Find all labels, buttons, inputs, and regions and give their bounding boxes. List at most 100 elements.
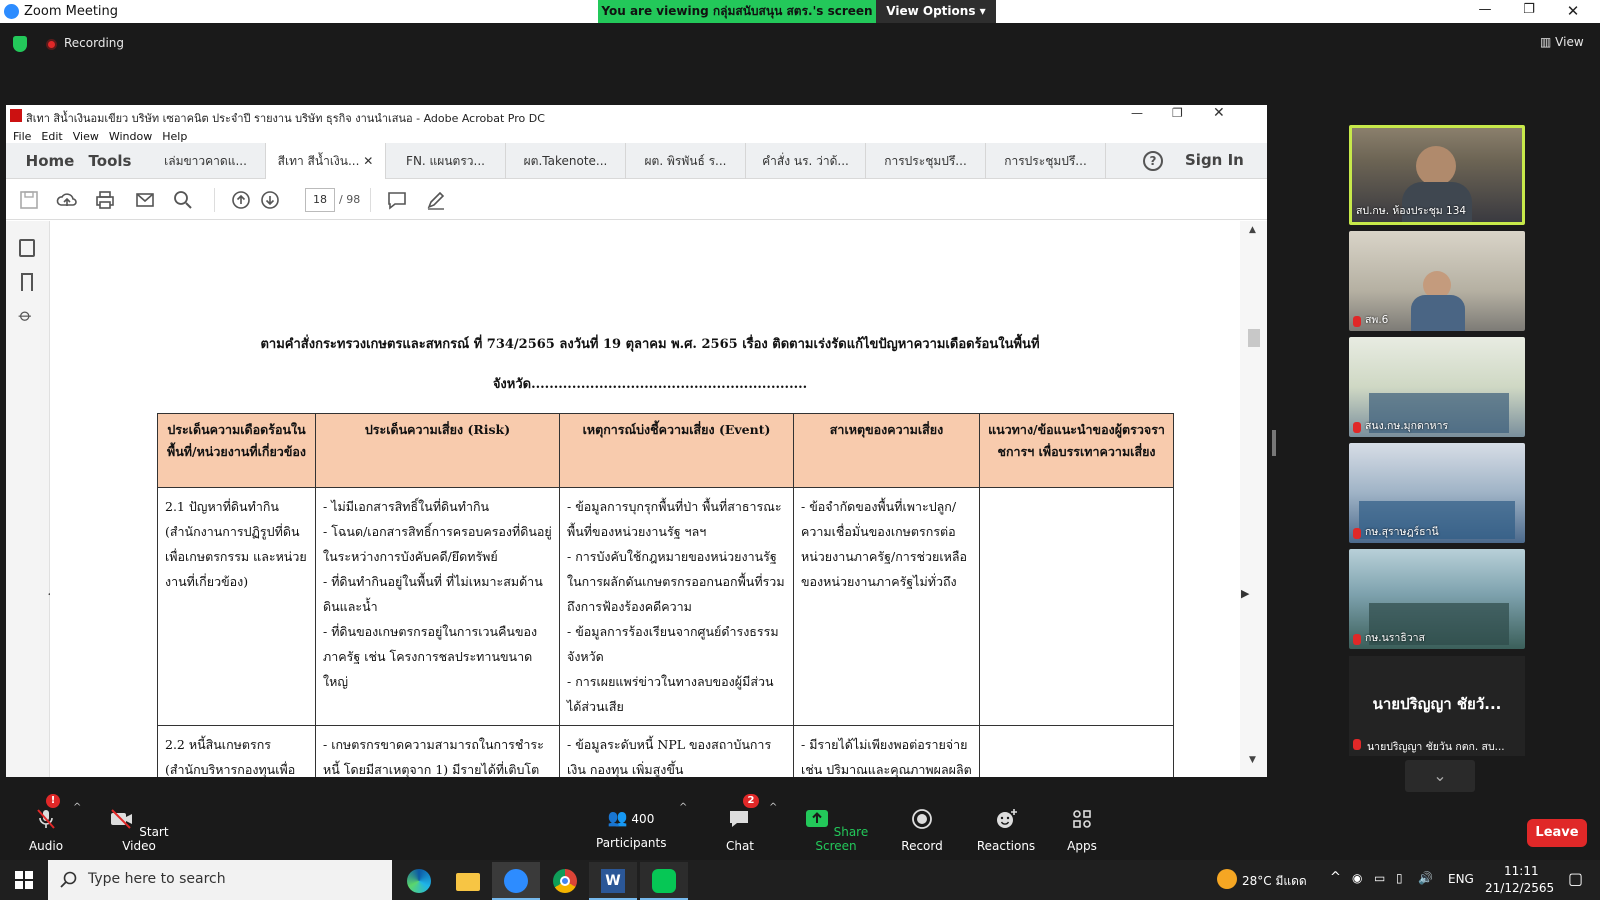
zoom-taskbar-app[interactable] (492, 862, 540, 900)
reactions-button[interactable]: Reactions (976, 808, 1036, 853)
microphone-icon (37, 809, 55, 829)
acrobat-minimize-button[interactable]: — (1131, 106, 1143, 120)
doc-tab-7[interactable]: การประชุมปรึ... (866, 143, 986, 179)
chat-button[interactable]: Chat (720, 808, 760, 853)
apps-button[interactable]: Apps (1062, 808, 1102, 853)
participants-options-caret[interactable]: ^ (679, 802, 687, 813)
file-explorer-icon[interactable] (456, 873, 480, 891)
notification-icon[interactable]: ▢ (1568, 869, 1583, 888)
doc-tab-6[interactable]: คำสั่ง นร. ว่าด้... (746, 143, 866, 179)
tools-tab[interactable]: Tools (82, 143, 138, 179)
doc-tab-3[interactable]: FN. แผนตรว... (386, 143, 506, 179)
pdf-document-page: ตามคำสั่งกระทรวงเกษตรและสหกรณ์ ที่ 734/2… (50, 221, 1250, 777)
page-number-input[interactable]: 18 (305, 188, 335, 212)
view-options-button[interactable]: View Options ▾ (876, 0, 996, 23)
scroll-thumb[interactable] (1248, 329, 1260, 347)
scroll-participants-down-button[interactable]: ⌄ (1405, 760, 1475, 792)
doc-tab-4[interactable]: ผต.Takenote... (506, 143, 626, 179)
video-tile[interactable]: สพ.6 (1349, 231, 1525, 331)
participants-icon: 👥 (607, 808, 628, 827)
comment-icon[interactable] (386, 189, 408, 211)
page-total: / 98 (339, 193, 361, 206)
record-button[interactable]: Record (900, 808, 944, 853)
meet-now-icon[interactable]: ◉ (1352, 871, 1362, 885)
participant-name-card[interactable]: นายปริญญา ชัยวั... นายปริญญา ชัยวัน กตก.… (1349, 656, 1525, 756)
weather-text[interactable]: 28°C มีแดด (1242, 872, 1307, 891)
vertical-scrollbar[interactable]: ▲ ▼ ▶ (1240, 221, 1267, 777)
chrome-browser-icon[interactable] (553, 869, 577, 893)
word-taskbar-app[interactable]: W (589, 862, 637, 900)
search-icon[interactable] (172, 189, 194, 211)
print-icon[interactable] (94, 189, 116, 211)
taskbar-search-input[interactable]: Type here to search (48, 860, 392, 900)
audio-button[interactable]: Audio (26, 808, 66, 853)
toolbar-divider (370, 188, 371, 212)
security-shield-icon[interactable] (13, 36, 27, 52)
doc-tab-2-active[interactable]: สีเทา สีน้ำเงิน... ✕ (266, 143, 386, 179)
video-tile-active-speaker[interactable]: สป.กษ. ห้องประชุม 134 (1349, 125, 1525, 225)
leave-meeting-button[interactable]: Leave (1527, 819, 1587, 847)
home-tab[interactable]: Home (18, 143, 82, 179)
view-button[interactable]: ▥ View (1540, 35, 1584, 49)
doc-tab-5[interactable]: ผต. พิรพันธ์ ร... (626, 143, 746, 179)
upload-cloud-icon[interactable] (56, 189, 78, 211)
chat-options-caret[interactable]: ^ (769, 802, 777, 813)
recording-label[interactable]: Recording (64, 36, 124, 50)
scroll-up-icon[interactable]: ▲ (1249, 225, 1256, 235)
video-tile[interactable]: สนง.กษ.มุกดาหาร (1349, 337, 1525, 437)
doc-tab-1[interactable]: เล่มขาวคาดแ... (146, 143, 266, 179)
cell-risk: - ไม่มีเอกสารสิทธิ์ในที่ดินทำกิน - โฉนด/… (315, 487, 560, 726)
input-language[interactable]: ENG (1448, 872, 1474, 886)
bookmark-icon[interactable] (21, 273, 33, 291)
minimize-button[interactable]: — (1465, 2, 1505, 22)
save-icon[interactable] (18, 189, 40, 211)
doc-tab-8[interactable]: การประชุมปรึ... (986, 143, 1106, 179)
audio-options-caret[interactable]: ^ (73, 802, 81, 813)
fill-sign-pen-icon[interactable] (425, 189, 447, 211)
chevron-down-icon: ▾ (979, 4, 986, 18)
clock-date[interactable]: 21/12/2565 (1485, 881, 1554, 895)
sign-in-button[interactable]: Sign In (1185, 151, 1244, 169)
table-row: 2.1 ปัญหาที่ดินทำกิน (สำนักงานการปฏิรูปท… (157, 487, 1174, 726)
acrobat-maximize-button[interactable]: ❐ (1172, 106, 1183, 120)
network-icon[interactable]: ▭ (1374, 871, 1385, 885)
close-tab-icon[interactable]: ✕ (363, 154, 373, 168)
collapse-right-panel-icon[interactable]: ▶ (1241, 587, 1249, 600)
weather-sun-icon[interactable] (1217, 869, 1237, 889)
acrobat-toolbar: 18 / 98 (6, 180, 1267, 220)
close-button[interactable]: ✕ (1553, 2, 1593, 22)
pdf-file-icon (10, 109, 22, 122)
tray-chevron-up-icon[interactable]: ^ (1330, 870, 1341, 885)
next-page-icon[interactable] (259, 189, 281, 211)
battery-icon[interactable]: ▯ (1396, 871, 1403, 885)
volume-icon[interactable]: 🔊 (1418, 871, 1433, 885)
video-tile[interactable]: กษ.สุราษฎร์ธานี (1349, 443, 1525, 543)
search-placeholder: Type here to search (88, 871, 226, 887)
viewing-screen-label: You are viewing กลุ่มสนับสนุน สตร.'s scr… (598, 0, 876, 23)
participant-name: กษ.นราธิวาส (1365, 632, 1425, 644)
smiley-plus-icon (997, 809, 1017, 828)
previous-page-icon[interactable] (230, 189, 252, 211)
maximize-button[interactable]: ❐ (1509, 2, 1549, 22)
muted-mic-icon (1353, 739, 1361, 750)
help-icon[interactable]: ? (1143, 151, 1163, 171)
line-taskbar-app[interactable] (640, 862, 688, 900)
email-icon[interactable] (134, 189, 156, 211)
edge-browser-icon[interactable] (407, 869, 431, 893)
start-video-button[interactable]: Start Video (104, 808, 174, 853)
panel-resize-handle[interactable] (1272, 430, 1276, 456)
scroll-down-icon[interactable]: ▼ (1249, 755, 1256, 765)
participant-name: กษ.สุราษฎร์ธานี (1365, 526, 1439, 538)
share-screen-button[interactable]: Share Screen (796, 808, 876, 853)
acrobat-close-button[interactable]: ✕ (1213, 105, 1225, 121)
cell-risk: - เกษตรกรขาดความสามารถในการชำระหนี้ โดยม… (315, 725, 560, 777)
page-thumbnails-icon[interactable] (19, 239, 35, 257)
attachment-icon[interactable]: ⌀ (14, 304, 37, 327)
video-tile[interactable]: กษ.นราธิวาส (1349, 549, 1525, 649)
participants-count: 400 (631, 812, 655, 826)
chat-bubble-icon (730, 811, 748, 827)
windows-start-icon[interactable] (15, 871, 33, 889)
clock-time[interactable]: 11:11 (1504, 864, 1539, 878)
participants-button[interactable]: 👥 400 Participants (596, 808, 667, 850)
zoom-app-icon (504, 869, 528, 893)
